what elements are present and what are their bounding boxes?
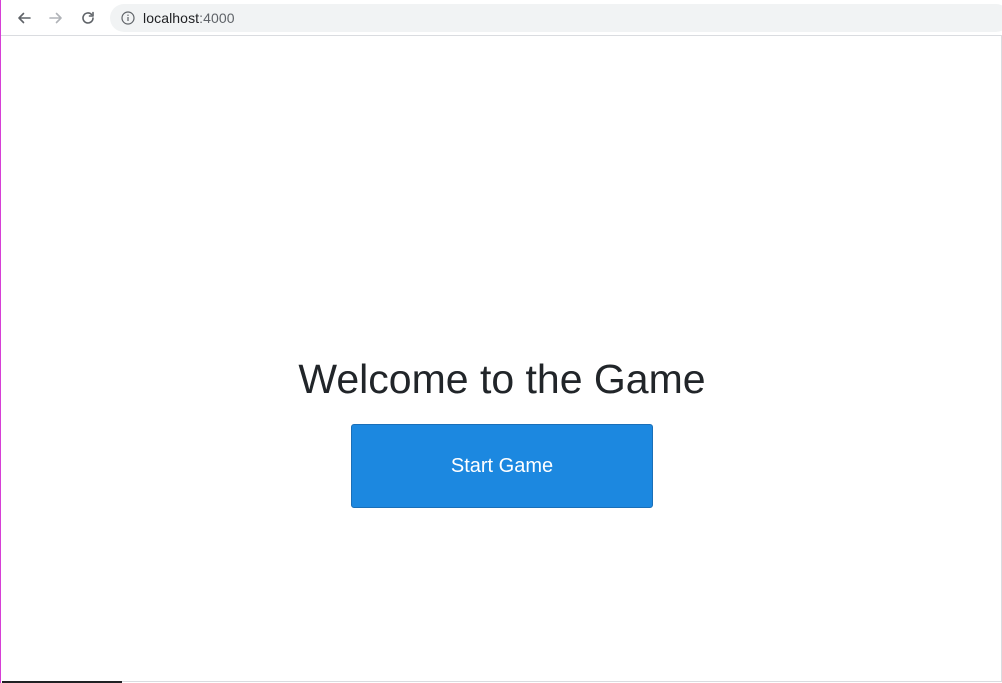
arrow-left-icon xyxy=(16,10,32,26)
info-circle-icon[interactable] xyxy=(121,11,135,25)
browser-window: localhost:4000 Welcome to the Game Start… xyxy=(0,0,1002,683)
start-game-button[interactable]: Start Game xyxy=(351,424,653,508)
address-bar[interactable]: localhost:4000 xyxy=(110,4,1002,32)
reload-button[interactable] xyxy=(76,6,100,30)
page-title: Welcome to the Game xyxy=(298,356,706,402)
browser-toolbar: localhost:4000 xyxy=(1,0,1002,36)
address-url: localhost:4000 xyxy=(143,10,235,26)
page-content: Welcome to the Game Start Game xyxy=(2,36,1002,682)
arrow-right-icon xyxy=(48,10,64,26)
reload-icon xyxy=(80,10,96,26)
back-button[interactable] xyxy=(12,6,36,30)
forward-button[interactable] xyxy=(44,6,68,30)
url-host: localhost xyxy=(143,10,200,26)
url-port: :4000 xyxy=(199,10,235,26)
